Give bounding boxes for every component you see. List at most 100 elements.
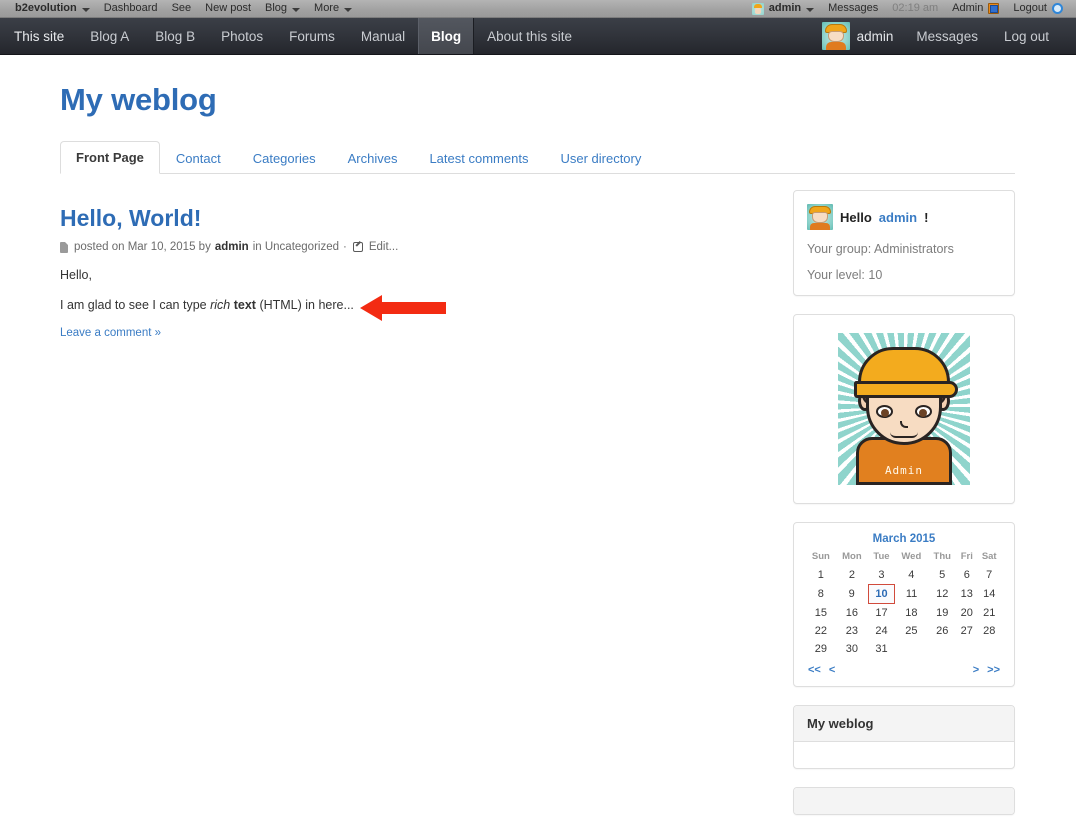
evobar-user-label: admin [768, 2, 802, 14]
leave-comment-link[interactable]: Leave a comment » [60, 327, 161, 339]
calendar-day [928, 640, 957, 658]
page-content: My weblog Front Page Contact Categories … [0, 56, 1076, 815]
calendar-day: 1 [817, 569, 824, 582]
evobar-item-see[interactable]: See [165, 0, 199, 18]
calendar-day-selected[interactable]: 10 [867, 584, 896, 604]
post-meta-author: admin [214, 241, 249, 253]
calendar-week-row: 8 9 10 11 12 13 14 [806, 584, 1002, 604]
evobar-item-more[interactable]: More [307, 0, 359, 18]
tab-contact[interactable]: Contact [160, 142, 237, 174]
post-meta-posted-on: posted on Mar 10, 2015 by [74, 241, 211, 253]
user-info-body: Hello admin! Your group: Administrators … [794, 191, 1014, 295]
calendar-day: 19 [936, 606, 949, 619]
sidebar: Hello admin! Your group: Administrators … [793, 190, 1015, 833]
evobar-item-blog[interactable]: Blog [258, 0, 307, 18]
user-level-line: Your level: 10 [807, 268, 883, 282]
calendar-week-row: 22 23 24 25 26 27 28 [806, 622, 1002, 640]
main-navigation-bar: This site Blog A Blog B Photos Forums Ma… [0, 18, 1076, 55]
admin-window-icon [988, 3, 1000, 14]
calendar-day: 2 [848, 569, 855, 582]
calendar-navigation: << < > >> [806, 658, 1002, 678]
calendar-weekday: Tue [873, 551, 890, 562]
calendar-day: 23 [845, 625, 859, 637]
edit-pencil-icon[interactable] [352, 242, 363, 252]
post-meta-separator: · [343, 241, 347, 253]
calendar-last-button[interactable]: >> [987, 664, 1000, 676]
calendar-day: 21 [983, 606, 996, 619]
calendar-day: 18 [905, 606, 918, 619]
nav-item-manual[interactable]: Manual [348, 18, 418, 54]
avatar-cap-brim [854, 381, 958, 398]
evobar-admin-label: Admin [952, 2, 984, 14]
evobar-item-label: Blog [265, 2, 288, 14]
nav-item-messages[interactable]: Messages [903, 18, 991, 54]
weblog-panel: My weblog [793, 705, 1015, 769]
calendar-day [895, 640, 928, 658]
nav-item-this-site[interactable]: This site [0, 18, 77, 54]
nav-item-blog[interactable]: Blog [418, 18, 475, 54]
nav-item-about-this-site[interactable]: About this site [474, 18, 585, 54]
tab-user-directory[interactable]: User directory [544, 142, 657, 174]
calendar-week-row: 29 30 31 [806, 640, 1002, 658]
calendar-day: 5 [939, 569, 946, 582]
greeting-hello: Hello [840, 209, 872, 225]
avatar [821, 22, 850, 50]
admin-toolbar-right: admin Messages 02:19 am Admin Logout [745, 0, 1076, 18]
calendar-day: 13 [960, 588, 973, 600]
nav-item-log-out[interactable]: Log out [991, 18, 1062, 54]
blog-tabs: Front Page Contact Categories Archives L… [60, 141, 1015, 174]
main-nav-user-area: admin Messages Log out [818, 18, 1076, 54]
tab-categories[interactable]: Categories [237, 142, 332, 174]
nav-item-blog-a[interactable]: Blog A [77, 18, 142, 54]
calendar-first-button[interactable]: << [808, 664, 821, 676]
evobar-item-label: See [171, 2, 192, 14]
power-circle-icon [1052, 3, 1063, 14]
tab-front-page[interactable]: Front Page [60, 141, 160, 174]
calendar-day: 8 [817, 588, 824, 600]
user-avatar-image[interactable]: Admin [838, 333, 970, 485]
calendar-nav-back-group: << < [808, 664, 835, 676]
nav-user-label: admin [856, 28, 894, 44]
calendar-week-row: 15 16 17 18 19 20 21 [806, 604, 1002, 623]
calendar-prev-button[interactable]: < [829, 664, 835, 676]
avatar-shirt-label: Admin [884, 464, 924, 477]
avatar-face [812, 212, 828, 223]
calendar-next-button[interactable]: > [973, 664, 979, 676]
evobar-clock: 02:19 am [885, 0, 945, 18]
evobar-item-dashboard[interactable]: Dashboard [97, 0, 165, 18]
document-icon [60, 241, 68, 253]
avatar-face [827, 31, 844, 42]
calendar-day: 6 [963, 569, 970, 582]
user-info-panel: Hello admin! Your group: Administrators … [793, 190, 1015, 296]
calendar-day: 24 [875, 625, 888, 637]
evobar-logout-link[interactable]: Logout [1006, 0, 1070, 18]
page-title: My weblog [60, 82, 217, 117]
evobar-item-label: More [314, 2, 340, 14]
evobar-user-menu[interactable]: admin [745, 0, 821, 18]
post-paragraph-2-post: (HTML) in here... [255, 298, 354, 312]
calendar-caption[interactable]: March 2015 [806, 533, 1002, 550]
calendar-weekday: Sun [811, 551, 830, 562]
evobar-admin-link[interactable]: Admin [945, 0, 1006, 18]
nav-user-link[interactable]: admin [818, 18, 904, 54]
chevron-down-icon [806, 7, 815, 12]
calendar-day: 3 [878, 569, 885, 581]
evobar-brand-label: b2evolution [15, 2, 77, 14]
evobar-item-new-post[interactable]: New post [198, 0, 258, 18]
greeting-username[interactable]: admin [879, 210, 917, 225]
nav-item-blog-b[interactable]: Blog B [142, 18, 208, 54]
tab-archives[interactable]: Archives [332, 142, 414, 174]
evobar-time-label: 02:19 am [892, 2, 939, 14]
annotation-arrow-icon [360, 295, 446, 321]
post-edit-link[interactable]: Edit... [369, 241, 398, 253]
nav-item-forums[interactable]: Forums [276, 18, 348, 54]
post-meta-category: in Uncategorized [252, 241, 340, 253]
calendar-day: 7 [986, 569, 993, 582]
calendar-weekday: Sat [981, 551, 997, 562]
next-panel-partial [793, 787, 1015, 815]
post-title[interactable]: Hello, World! [60, 205, 201, 231]
nav-item-photos[interactable]: Photos [208, 18, 276, 54]
tab-latest-comments[interactable]: Latest comments [413, 142, 544, 174]
evobar-brand-menu[interactable]: b2evolution [8, 0, 97, 18]
evobar-messages-link[interactable]: Messages [821, 0, 885, 18]
